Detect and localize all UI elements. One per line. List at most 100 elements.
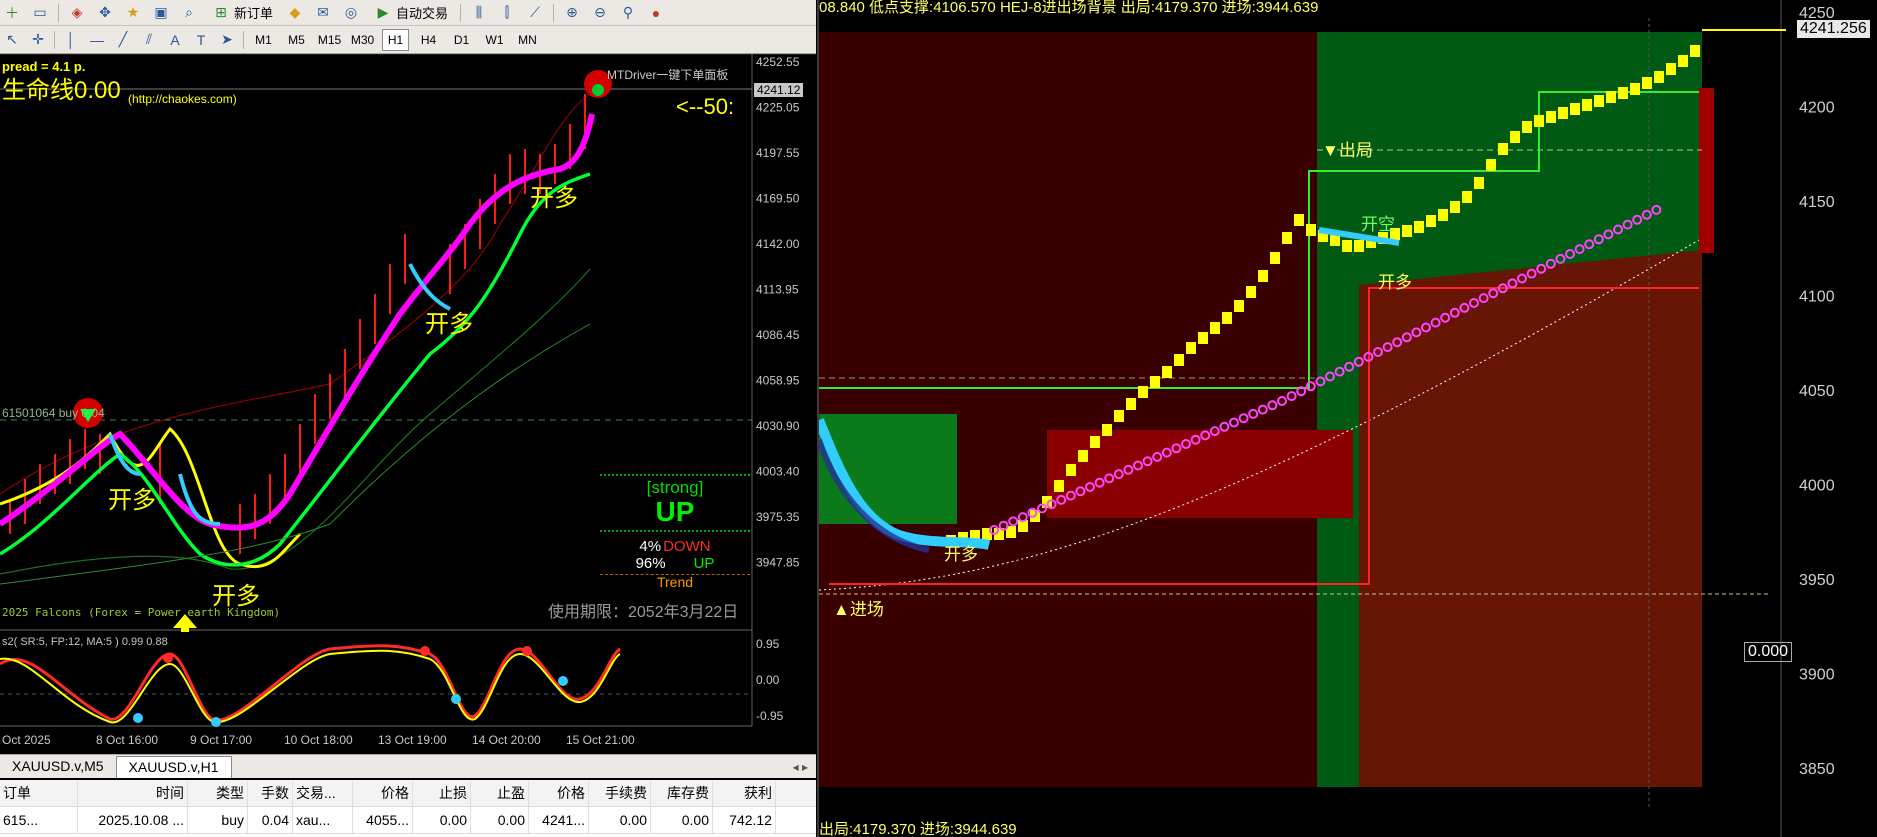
text-label-icon[interactable]: T — [191, 30, 211, 50]
trendline-icon[interactable]: ╱ — [113, 30, 133, 50]
column-header[interactable]: 时间 — [78, 780, 188, 806]
options-icon[interactable]: ✉ — [313, 3, 333, 23]
price-chart[interactable]: 4252.55 4225.05 4197.55 4169.50 4142.00 4113.… — [0, 54, 816, 747]
down-percent: 4% — [639, 538, 662, 555]
stair-block — [1126, 398, 1136, 410]
stair-block — [1246, 286, 1256, 298]
table-cell: 615... — [0, 807, 78, 833]
column-header[interactable]: 止盈 — [471, 780, 529, 806]
open-long-label: 开多 — [944, 545, 978, 564]
column-header[interactable]: 类型 — [188, 780, 248, 806]
tf-w1[interactable]: W1 — [481, 29, 508, 51]
panel-title[interactable]: MTDriver一键下单面板 — [607, 66, 728, 83]
stair-block — [1342, 240, 1352, 252]
profiles-icon[interactable]: ▭ — [30, 3, 50, 23]
chat-icon[interactable]: ● — [646, 3, 666, 23]
signal-label: 开多 — [108, 487, 156, 514]
vertical-line-icon[interactable]: │ — [61, 30, 81, 50]
time-tick-label: 14 Oct 20:00 — [472, 733, 541, 747]
stair-block — [1666, 63, 1676, 75]
search-icon[interactable]: ⚲ — [618, 3, 638, 23]
main-toolbar: ＋ ▭ ◈ ✥ ★ ▣ ⌕ ⊞ 新订单 ◆ ✉ ◎ ▶ 自动交易 ⫼ ⫿ ⟋ ⊕ — [0, 0, 816, 26]
column-header[interactable]: 交易... — [293, 780, 353, 806]
stair-block — [1498, 143, 1508, 155]
horizontal-line-icon[interactable]: — — [87, 30, 107, 50]
text-icon[interactable]: A — [165, 30, 185, 50]
table-cell: 4241... — [529, 807, 589, 833]
tf-h1[interactable]: H1 — [382, 28, 409, 51]
strength-box: [strong] UP 4% DOWN 96% UP Trend — [600, 474, 750, 590]
open-short-label: 开空 — [1361, 215, 1395, 234]
tf-mn[interactable]: MN — [514, 29, 541, 51]
metaeditor-icon[interactable]: ◆ — [285, 3, 305, 23]
tf-m15[interactable]: M15 — [316, 29, 343, 51]
crosshair-icon[interactable]: ✛ — [28, 30, 48, 50]
auto-trade-button[interactable]: ▶ 自动交易 — [369, 3, 452, 23]
tf-m1[interactable]: M1 — [250, 29, 277, 51]
column-header[interactable]: 价格 — [353, 780, 413, 806]
right-price-tick: 3850 — [1799, 761, 1835, 778]
tabs-scroll-icon[interactable]: ◂ ▸ — [793, 760, 816, 774]
signals-icon[interactable]: ◎ — [341, 3, 361, 23]
stair-block — [1402, 225, 1412, 237]
chart-tabs: XAUUSD.v,M5 XAUUSD.v,H1 ◂ ▸ — [0, 754, 816, 778]
tf-h4[interactable]: H4 — [415, 29, 442, 51]
market-watch-icon[interactable]: ◈ — [67, 3, 87, 23]
data-window-icon[interactable]: ✥ — [95, 3, 115, 23]
column-header[interactable]: 价格 — [529, 780, 589, 806]
column-header[interactable]: 获利 — [713, 780, 776, 806]
zoom-out-icon[interactable]: ⊖ — [590, 3, 610, 23]
channel-icon[interactable]: ⫽ — [139, 30, 159, 50]
tab-xauusd-h1[interactable]: XAUUSD.v,H1 — [115, 756, 232, 778]
column-header[interactable]: 止损 — [413, 780, 471, 806]
table-cell: 0.00 — [589, 807, 651, 833]
right-header: 08.840 低点支撑:4106.570 HEJ-8进出场背景 出局:4179.… — [819, 0, 1319, 16]
tab-xauusd-m5[interactable]: XAUUSD.v,M5 — [0, 756, 116, 778]
price-tick-label: 4225.05 — [756, 101, 800, 115]
tf-m5[interactable]: M5 — [283, 29, 310, 51]
table-row[interactable]: 615... 2025.10.08 ... buy 0.04 xau... 4055...… — [0, 807, 816, 834]
price-tick-label: 4113.95 — [756, 283, 799, 297]
new-order-button[interactable]: ⊞ 新订单 — [207, 3, 277, 23]
stair-block — [1210, 322, 1220, 334]
tf-d1[interactable]: D1 — [448, 29, 475, 51]
terminal-icon[interactable]: ▣ — [151, 3, 171, 23]
footer-credit: 2025 Falcons (Forex = Power earth Kingdo… — [2, 606, 281, 619]
stair-block — [1414, 221, 1424, 233]
open-long-label: 开多 — [1378, 273, 1412, 292]
price-tick-label: 4030.90 — [756, 419, 800, 433]
tester-icon[interactable]: ⌕ — [179, 3, 199, 23]
stair-block — [1150, 376, 1160, 388]
column-header[interactable]: 手数 — [248, 780, 293, 806]
table-cell: 0.00 — [413, 807, 471, 833]
strength-label: [strong] — [646, 478, 704, 497]
column-header[interactable]: 订单 — [0, 780, 78, 806]
osc-dot — [133, 713, 143, 723]
add-chart-icon[interactable]: ＋ — [2, 3, 22, 23]
price-tick-label: 4086.45 — [756, 328, 800, 342]
column-header[interactable]: 库存费 — [651, 780, 713, 806]
up-label: UP — [693, 555, 715, 572]
navigator-icon[interactable]: ★ — [123, 3, 143, 23]
right-price-tick: 4150 — [1799, 194, 1835, 211]
signal-chart-svg: 425042004150410040504000395039003850 — [819, 0, 1835, 837]
stair-block — [1054, 480, 1064, 492]
down-label: DOWN — [663, 538, 711, 555]
line-chart-icon[interactable]: ⟋ — [525, 3, 545, 23]
zoom-in-icon[interactable]: ⊕ — [562, 3, 582, 23]
direction-label: UP — [655, 496, 695, 527]
signal-chart[interactable]: 4250 4200 4150 4100 4050 4000 3950 3900 3850 08.… — [817, 0, 1877, 837]
order-line-label[interactable]: 61501064 buy 0.04 — [2, 406, 105, 420]
stair-block — [1438, 209, 1448, 221]
bar-chart-icon[interactable]: ⫼ — [469, 3, 489, 23]
right-price-tick: 4000 — [1799, 478, 1835, 495]
cursor-icon[interactable]: ↖ — [2, 30, 22, 50]
stair-block — [1174, 354, 1184, 366]
column-header[interactable]: 手续费 — [589, 780, 651, 806]
candle-chart-icon[interactable]: ⫿ — [497, 3, 517, 23]
stair-block — [1354, 240, 1364, 252]
stair-block — [1690, 45, 1700, 57]
tf-m30[interactable]: M30 — [349, 29, 376, 51]
arrows-icon[interactable]: ➤ — [217, 30, 237, 50]
stair-block — [1510, 131, 1520, 143]
